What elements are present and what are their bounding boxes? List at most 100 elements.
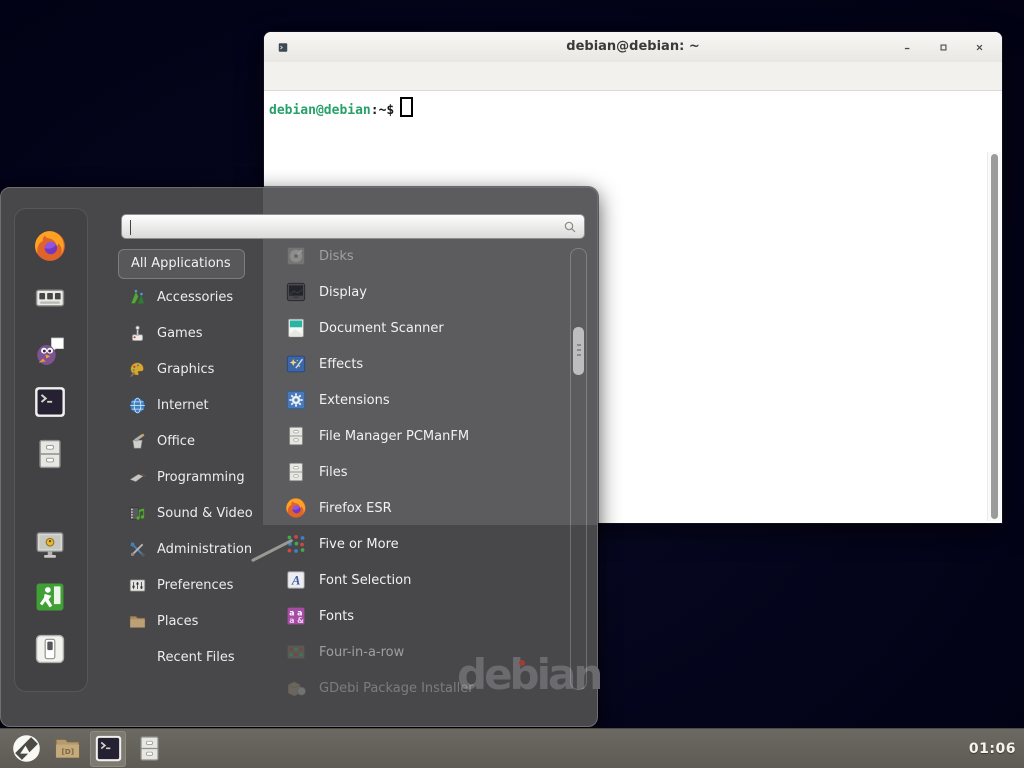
category-recent-files[interactable]: Recent Files bbox=[118, 639, 278, 675]
taskbar: [D] 01:06 bbox=[0, 728, 1024, 768]
app-firefox-esr[interactable]: Firefox ESR bbox=[285, 490, 563, 526]
filter-all-applications[interactable]: All Applications bbox=[118, 249, 245, 279]
app-file-manager-pcmanfm[interactable]: File Manager PCManFM bbox=[285, 418, 563, 454]
category-accessories[interactable]: Accessories bbox=[118, 279, 278, 315]
four-in-a-row-icon bbox=[285, 641, 307, 663]
app-five-or-more[interactable]: Five or More bbox=[285, 526, 563, 562]
app-disks[interactable]: Disks bbox=[285, 238, 563, 274]
app-four-in-a-row[interactable]: Four-in-a-row bbox=[285, 634, 563, 670]
favorite-control-center[interactable] bbox=[33, 281, 67, 315]
app-display[interactable]: Display bbox=[285, 274, 563, 310]
search-input[interactable] bbox=[128, 217, 552, 238]
favorite-file-manager[interactable] bbox=[33, 437, 67, 471]
favorite-firefox[interactable] bbox=[33, 229, 67, 263]
font-selection-icon: A bbox=[285, 569, 307, 591]
office-icon bbox=[128, 432, 147, 451]
menu-scrollbar-thumb[interactable] bbox=[573, 327, 584, 375]
system-tray: 01:06 bbox=[917, 740, 1016, 757]
file-cabinet-icon bbox=[285, 461, 307, 483]
terminal-scrollbar-thumb[interactable] bbox=[991, 154, 998, 519]
minimize-icon bbox=[903, 43, 912, 52]
category-administration[interactable]: Administration bbox=[118, 531, 278, 567]
category-graphics[interactable]: Graphics bbox=[118, 351, 278, 387]
lock-screen-icon bbox=[33, 528, 67, 562]
prompt-user-host: debian@debian bbox=[269, 103, 371, 118]
disks-icon bbox=[285, 245, 307, 267]
favorite-log-out[interactable] bbox=[33, 580, 67, 614]
taskbar-launcher-file-manager[interactable]: [D] bbox=[49, 731, 85, 767]
games-icon bbox=[128, 324, 147, 343]
file-cabinet-icon bbox=[285, 425, 307, 447]
app-effects[interactable]: Effects bbox=[285, 346, 563, 382]
desktop: debian@debian: ~ debian@debian:~$ debian bbox=[0, 0, 1024, 768]
tray-volume-icon[interactable] bbox=[943, 740, 960, 757]
menu-logo-icon bbox=[12, 734, 41, 763]
terminal-menubar bbox=[264, 62, 1002, 91]
window-title: debian@debian: ~ bbox=[264, 32, 1002, 62]
firefox-icon bbox=[33, 229, 67, 263]
close-icon bbox=[975, 43, 984, 52]
favorite-lock-screen[interactable] bbox=[33, 528, 67, 562]
app-gdebi-package-installer[interactable]: GDebi Package Installer bbox=[285, 670, 563, 706]
category-sound-video[interactable]: Sound & Video bbox=[118, 495, 278, 531]
display-icon bbox=[285, 281, 307, 303]
category-internet[interactable]: Internet bbox=[118, 387, 278, 423]
menu-search[interactable] bbox=[332, 62, 354, 90]
app-document-scanner[interactable]: Document Scanner bbox=[285, 310, 563, 346]
terminal-icon bbox=[33, 385, 67, 419]
search-box bbox=[121, 214, 585, 239]
tray-network-icon[interactable] bbox=[917, 740, 934, 757]
terminal-icon bbox=[94, 734, 123, 763]
menu-view[interactable] bbox=[310, 62, 332, 90]
launcher-group: [D] bbox=[8, 731, 167, 767]
category-list: Accessories Games Graphics Internet Offi… bbox=[118, 279, 278, 675]
app-extensions[interactable]: Extensions bbox=[285, 382, 563, 418]
five-or-more-icon bbox=[285, 533, 307, 555]
menu-file[interactable] bbox=[266, 62, 288, 90]
programming-icon bbox=[128, 468, 147, 487]
app-fonts[interactable]: a aa & Fonts bbox=[285, 598, 563, 634]
category-games[interactable]: Games bbox=[118, 315, 278, 351]
clock[interactable]: 01:06 bbox=[969, 741, 1016, 757]
places-icon bbox=[128, 612, 147, 631]
category-preferences[interactable]: Preferences bbox=[118, 567, 278, 603]
terminal-titlebar[interactable]: debian@debian: ~ bbox=[264, 32, 1002, 63]
taskbar-launcher-terminal[interactable] bbox=[90, 731, 126, 767]
app-font-selection[interactable]: A Font Selection bbox=[285, 562, 563, 598]
accessories-icon bbox=[128, 288, 147, 307]
menu-help[interactable] bbox=[376, 62, 398, 90]
window-buttons bbox=[900, 32, 986, 62]
gdebi-icon bbox=[285, 677, 307, 699]
menu-terminal[interactable] bbox=[354, 62, 376, 90]
administration-icon bbox=[128, 540, 147, 559]
pidgin-icon bbox=[33, 333, 67, 367]
favorite-pidgin[interactable] bbox=[33, 333, 67, 367]
preferences-icon bbox=[128, 576, 147, 595]
maximize-icon bbox=[939, 43, 948, 52]
terminal-cursor bbox=[400, 97, 413, 117]
category-places[interactable]: Places bbox=[118, 603, 278, 639]
internet-icon bbox=[128, 396, 147, 415]
window-button-minimize[interactable] bbox=[900, 40, 914, 54]
file-cabinet-icon bbox=[135, 734, 164, 763]
taskbar-launcher-files[interactable] bbox=[131, 731, 167, 767]
favorite-shutdown[interactable] bbox=[33, 632, 67, 666]
effects-icon bbox=[285, 353, 307, 375]
menu-edit[interactable] bbox=[288, 62, 310, 90]
window-button-close[interactable] bbox=[972, 40, 986, 54]
extensions-icon bbox=[285, 389, 307, 411]
document-scanner-icon bbox=[285, 317, 307, 339]
folder-icon: [D] bbox=[53, 734, 82, 763]
taskbar-launcher-menu[interactable] bbox=[8, 731, 44, 767]
category-programming[interactable]: Programming bbox=[118, 459, 278, 495]
tray-icons bbox=[917, 740, 960, 757]
window-button-maximize[interactable] bbox=[936, 40, 950, 54]
menu-scrollbar[interactable] bbox=[570, 248, 587, 690]
app-files[interactable]: Files bbox=[285, 454, 563, 490]
svg-text:[D]: [D] bbox=[61, 747, 74, 756]
category-office[interactable]: Office bbox=[118, 423, 278, 459]
fonts-icon: a aa & bbox=[285, 605, 307, 627]
terminal-scrollbar[interactable] bbox=[987, 152, 1001, 521]
favorite-terminal[interactable] bbox=[33, 385, 67, 419]
svg-text:a &: a & bbox=[289, 616, 304, 625]
